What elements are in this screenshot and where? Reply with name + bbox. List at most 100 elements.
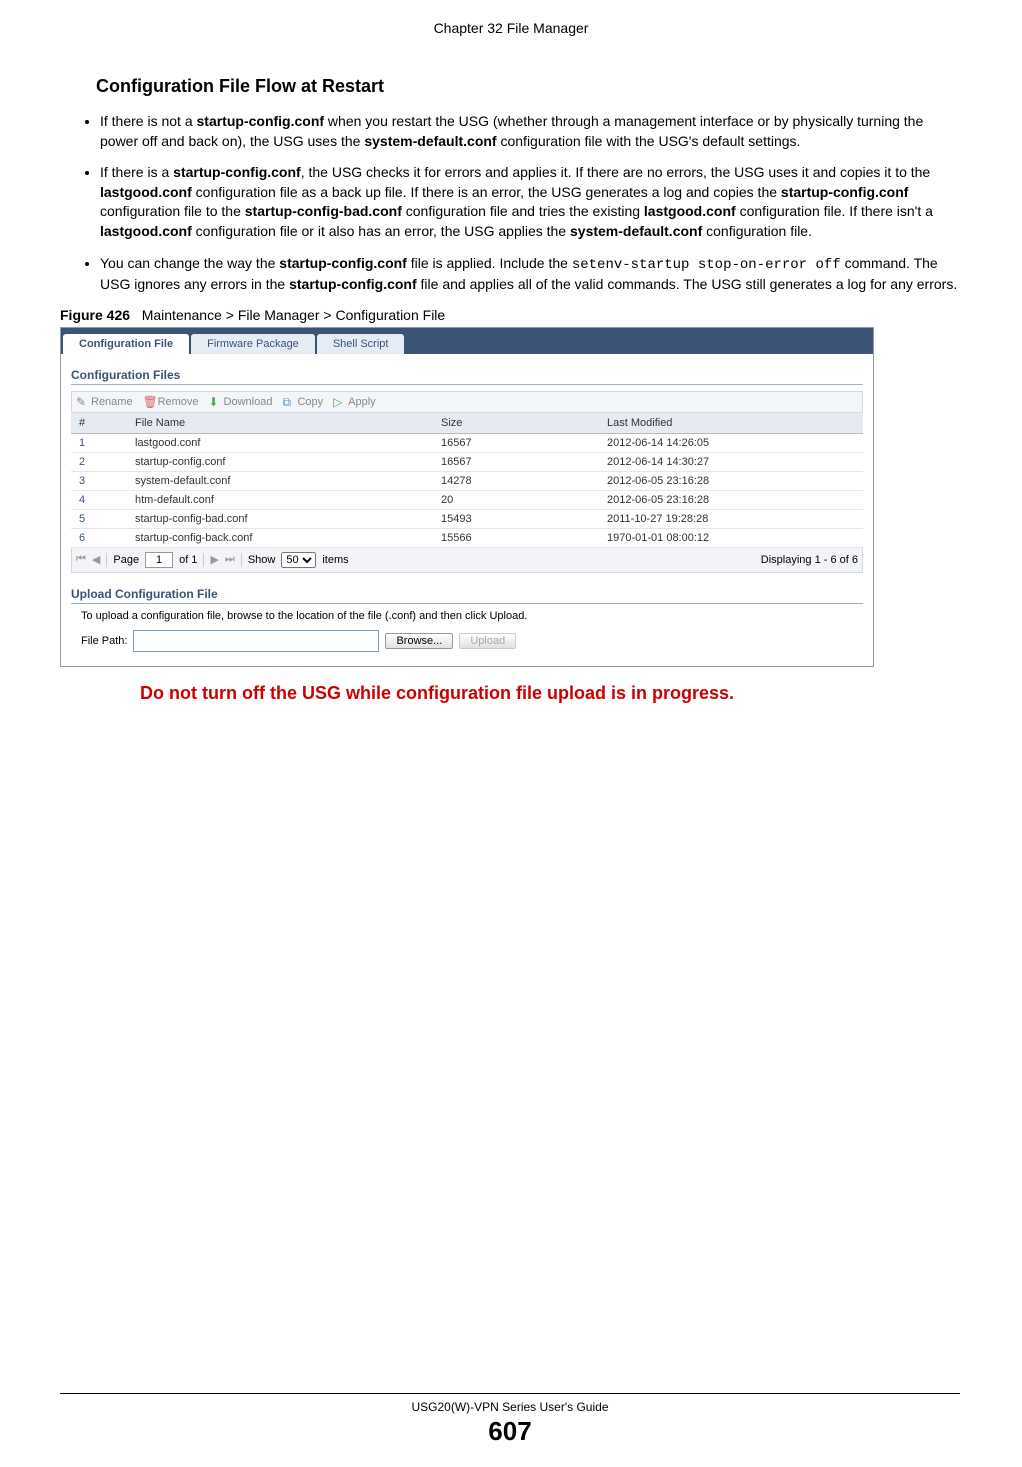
page-input[interactable] (145, 552, 173, 568)
bullet-2: If there is a startup-config.conf, the U… (100, 163, 962, 241)
text-bold: startup-config.conf (279, 255, 407, 271)
copy-icon: ⧉ (282, 396, 294, 408)
rename-button[interactable]: ✎Rename (76, 396, 133, 408)
footer-guide: USG20(W)-VPN Series User's Guide (60, 1400, 960, 1414)
text: configuration file. If there isn't a (736, 203, 933, 219)
page-of: of 1 (179, 554, 197, 566)
table-row[interactable]: 5startup-config-bad.conf154932011-10-27 … (71, 509, 863, 528)
rename-label: Rename (91, 396, 133, 408)
text: file is applied. Include the (407, 255, 572, 271)
browse-button[interactable]: Browse... (385, 633, 453, 649)
remove-icon: 🗑 (143, 396, 155, 408)
remove-button[interactable]: 🗑Remove (143, 396, 199, 408)
table-cell: 16567 (433, 452, 599, 471)
chapter-heading: Chapter 32 File Manager (60, 20, 962, 36)
table-row[interactable]: 3system-default.conf142782012-06-05 23:1… (71, 471, 863, 490)
text: If there is not a (100, 113, 197, 129)
page-label: Page (113, 554, 139, 566)
footer-page-number: 607 (60, 1416, 960, 1447)
download-label: Download (224, 396, 273, 408)
text: configuration file to the (100, 203, 245, 219)
col-last-modified[interactable]: Last Modified (599, 413, 863, 434)
warning-text: Do not turn off the USG while configurat… (140, 683, 962, 704)
bullet-1: If there is not a startup-config.conf wh… (100, 112, 962, 151)
table-row[interactable]: 1lastgood.conf165672012-06-14 14:26:05 (71, 433, 863, 452)
tab-firmware-package[interactable]: Firmware Package (191, 334, 315, 354)
toolbar: ✎Rename 🗑Remove ⬇Download ⧉Copy ▷Apply (71, 391, 863, 413)
figure-caption: Figure 426 Maintenance > File Manager > … (60, 307, 962, 323)
rename-icon: ✎ (76, 396, 88, 408)
table-cell: 14278 (433, 471, 599, 490)
table-cell: startup-config.conf (127, 452, 433, 471)
text: If there is a (100, 164, 173, 180)
table-cell: 2 (71, 452, 127, 471)
upload-button[interactable]: Upload (459, 633, 516, 649)
upload-instructions: To upload a configuration file, browse t… (81, 610, 863, 622)
table-cell: 2012-06-05 23:16:28 (599, 471, 863, 490)
table-cell: 2011-10-27 19:28:28 (599, 509, 863, 528)
table-cell: 3 (71, 471, 127, 490)
text: , the USG checks it for errors and appli… (301, 164, 931, 180)
section-configuration-files: Configuration Files (71, 368, 863, 385)
text-bold: startup-config.conf (197, 113, 325, 129)
col-number[interactable]: # (71, 413, 127, 434)
text-bold: lastgood.conf (100, 223, 192, 239)
section-title: Configuration File Flow at Restart (96, 76, 962, 97)
text: file and applies all of the valid comman… (417, 276, 958, 292)
col-size[interactable]: Size (433, 413, 599, 434)
table-cell: startup-config-back.conf (127, 528, 433, 547)
table-row[interactable]: 6startup-config-back.conf155661970-01-01… (71, 528, 863, 547)
apply-button[interactable]: ▷Apply (333, 396, 376, 408)
download-icon: ⬇ (209, 396, 221, 408)
tab-shell-script[interactable]: Shell Script (317, 334, 405, 354)
figure-screenshot: Configuration File Firmware Package Shel… (60, 327, 874, 667)
prev-page-icon[interactable]: ◀ (92, 553, 100, 566)
file-path-input[interactable] (133, 630, 379, 652)
table-cell: 15493 (433, 509, 599, 528)
text: configuration file as a back up file. If… (192, 184, 781, 200)
table-row[interactable]: 2startup-config.conf165672012-06-14 14:3… (71, 452, 863, 471)
table-cell: 2012-06-14 14:30:27 (599, 452, 863, 471)
show-select[interactable]: 50 (281, 552, 316, 568)
config-files-table: # File Name Size Last Modified 1lastgood… (71, 413, 863, 548)
table-cell: system-default.conf (127, 471, 433, 490)
code: setenv-startup stop-on-error off (572, 257, 841, 273)
apply-icon: ▷ (333, 396, 345, 408)
paging-bar: ⏮ ◀ Page of 1 ▶ ⏭ Show 50 items Displayi… (71, 548, 863, 573)
figure-caption-text: Maintenance > File Manager > Configurati… (142, 307, 446, 323)
table-cell: 2012-06-14 14:26:05 (599, 433, 863, 452)
text-bold: startup-config.conf (289, 276, 417, 292)
text-bold: lastgood.conf (644, 203, 736, 219)
items-label: items (322, 554, 348, 566)
apply-label: Apply (348, 396, 376, 408)
copy-label: Copy (297, 396, 323, 408)
copy-button[interactable]: ⧉Copy (282, 396, 323, 408)
download-button[interactable]: ⬇Download (209, 396, 273, 408)
next-page-icon[interactable]: ▶ (210, 553, 218, 566)
text-bold: system-default.conf (364, 133, 496, 149)
table-row[interactable]: 4htm-default.conf202012-06-05 23:16:28 (71, 490, 863, 509)
table-cell: startup-config-bad.conf (127, 509, 433, 528)
text-bold: lastgood.conf (100, 184, 192, 200)
remove-label: Remove (158, 396, 199, 408)
last-page-icon[interactable]: ⏭ (225, 553, 235, 566)
file-path-label: File Path: (81, 635, 127, 647)
bullet-3: You can change the way the startup-confi… (100, 254, 962, 295)
tab-configuration-file[interactable]: Configuration File (63, 334, 189, 354)
table-cell: 6 (71, 528, 127, 547)
page-footer: USG20(W)-VPN Series User's Guide 607 (60, 1393, 960, 1447)
table-cell: htm-default.conf (127, 490, 433, 509)
text-bold: startup-config-bad.conf (245, 203, 402, 219)
table-cell: 4 (71, 490, 127, 509)
table-cell: 20 (433, 490, 599, 509)
show-label: Show (248, 554, 276, 566)
col-filename[interactable]: File Name (127, 413, 433, 434)
tab-bar: Configuration File Firmware Package Shel… (61, 328, 873, 354)
table-cell: 1970-01-01 08:00:12 (599, 528, 863, 547)
figure-label: Figure 426 (60, 307, 130, 323)
table-cell: 1 (71, 433, 127, 452)
displaying-text: Displaying 1 - 6 of 6 (761, 554, 858, 566)
text: configuration file or it also has an err… (192, 223, 570, 239)
table-cell: 16567 (433, 433, 599, 452)
first-page-icon[interactable]: ⏮ (76, 553, 86, 566)
